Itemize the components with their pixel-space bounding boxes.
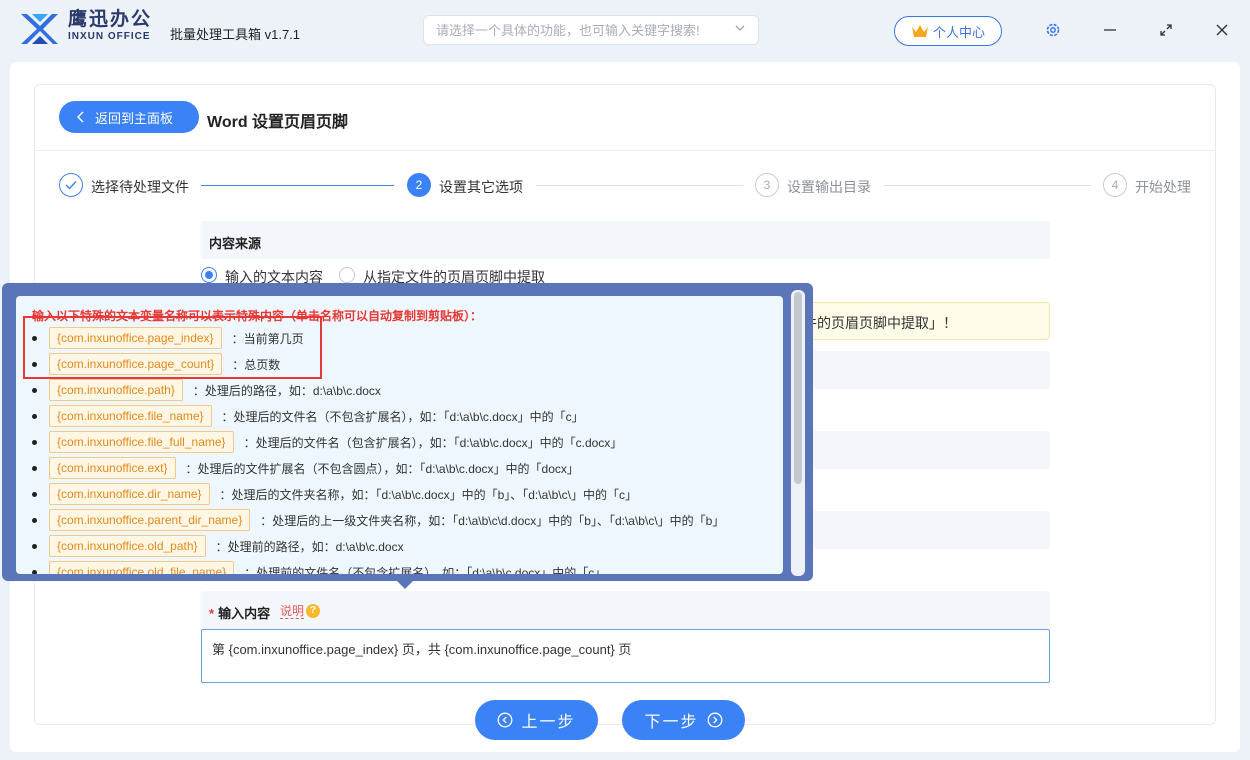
- bullet: [32, 569, 37, 574]
- step-3-label: 设置输出目录: [787, 179, 871, 195]
- variable-desc: ：处理后的上一级文件夹名称，如：「d:\a\b\c\d.docx」中的「b」、「…: [260, 513, 725, 528]
- step-4-circle: 4: [1103, 173, 1127, 197]
- notice-banner: 件的页眉页脚中提取」！: [788, 302, 1050, 340]
- bullet: [32, 439, 37, 445]
- next-step-label: 下一步: [644, 714, 699, 731]
- required-star: *: [209, 606, 215, 621]
- variable-desc: ：处理后的文件夹名称，如：「d:\a\b\c.docx」中的「b」、「d:\a\…: [219, 487, 637, 502]
- close-icon: [1216, 24, 1228, 36]
- list-item: {com.inxunoffice.parent_dir_name} ：处理后的上…: [16, 508, 724, 532]
- bullet: [32, 543, 37, 549]
- chevron-down-icon[interactable]: [734, 22, 746, 34]
- search-input[interactable]: [423, 15, 759, 45]
- brand: 鹰迅办公 INXUN OFFICE: [68, 9, 152, 43]
- variable-tag[interactable]: {com.inxunoffice.old_file_name}: [49, 561, 235, 574]
- variable-desc: ：处理前的路径，如：d:\a\b\c.docx: [215, 539, 404, 554]
- divider: [35, 150, 1215, 151]
- variable-tag[interactable]: {com.inxunoffice.old_path}: [49, 535, 206, 557]
- highlight-annotation: [23, 316, 322, 379]
- close-button[interactable]: [1212, 20, 1232, 40]
- variable-tag[interactable]: {com.inxunoffice.file_name}: [49, 405, 212, 427]
- list-item: {com.inxunoffice.file_full_name} ：处理后的文件…: [16, 430, 622, 454]
- user-center-label: 个人中心: [932, 24, 985, 40]
- circle-chevron-left-icon: [498, 712, 513, 728]
- back-label: 返回到主面板: [95, 110, 174, 126]
- question-icon[interactable]: ?: [306, 604, 320, 618]
- settings-button[interactable]: [1043, 20, 1063, 40]
- bullet: [32, 413, 37, 419]
- step-connector-1: [201, 185, 394, 186]
- page-title: Word 设置页眉页脚: [207, 114, 349, 131]
- content-textarea[interactable]: 第 {com.inxunoffice.page_index} 页，共 {com.…: [201, 629, 1050, 683]
- gear-icon: [1046, 23, 1060, 37]
- variable-tag[interactable]: {com.inxunoffice.file_full_name}: [49, 431, 234, 453]
- popup-scrollbar-thumb[interactable]: [794, 292, 802, 484]
- crown-icon: [911, 25, 928, 37]
- maximize-button[interactable]: [1156, 20, 1176, 40]
- variable-desc: ：处理前的文件名（不包含扩展名），如：「d:\a\b\c.docx」中的「c」: [244, 565, 607, 575]
- minimize-icon: [1104, 29, 1116, 31]
- radio-text-content[interactable]: [201, 267, 217, 283]
- variable-tag[interactable]: {com.inxunoffice.dir_name}: [49, 483, 210, 505]
- variable-desc: ：处理后的文件名（不包含扩展名），如：「d:\a\b\c.docx」中的「c」: [221, 409, 584, 424]
- variable-tag[interactable]: {com.inxunoffice.path}: [49, 379, 183, 401]
- input-content-label: * 输入内容: [209, 603, 270, 622]
- check-icon: [65, 181, 77, 190]
- title-bar: 鹰迅办公 INXUN OFFICE 批量处理工具箱 v1.7.1 个人中心: [0, 0, 1250, 62]
- content-source-title: 内容来源: [209, 236, 262, 251]
- input-content-header: [201, 591, 1050, 629]
- brand-subtitle: INXUN OFFICE: [68, 31, 151, 42]
- step-2-circle: 2: [407, 173, 431, 197]
- back-to-main-button[interactable]: 返回到主面板: [59, 101, 199, 133]
- prev-step-label: 上一步: [521, 714, 576, 731]
- variable-desc: ：处理后的路径，如：d:\a\b\c.docx: [192, 383, 381, 398]
- step-3-circle: 3: [755, 173, 779, 197]
- radio-extract-from-file[interactable]: [339, 267, 355, 283]
- chevron-left-icon: [77, 111, 84, 123]
- input-content-label-text: 输入内容: [218, 606, 271, 621]
- minimize-button[interactable]: [1100, 20, 1120, 40]
- content-source-header: [201, 221, 1050, 259]
- variable-tag[interactable]: {com.inxunoffice.parent_dir_name}: [49, 509, 251, 531]
- user-center-button[interactable]: 个人中心: [894, 16, 1002, 46]
- variable-desc: ：处理后的文件名（包含扩展名），如：「d:\a\b\c.docx」中的「c.do…: [243, 435, 623, 450]
- list-item: {com.inxunoffice.ext} ：处理后的文件扩展名（不包含圆点），…: [16, 456, 579, 480]
- bullet: [32, 491, 37, 497]
- help-link[interactable]: 说明: [280, 604, 305, 619]
- bullet: [32, 517, 37, 523]
- brand-name: 鹰迅办公: [68, 9, 153, 30]
- circle-chevron-right-icon: [707, 712, 722, 728]
- next-step-button[interactable]: 下一步: [622, 700, 745, 740]
- list-item: {com.inxunoffice.dir_name} ：处理后的文件夹名称，如：…: [16, 482, 637, 506]
- variable-tag[interactable]: {com.inxunoffice.ext}: [49, 457, 176, 479]
- step-4-label: 开始处理: [1135, 179, 1191, 195]
- step-1-label: 选择待处理文件: [91, 179, 189, 195]
- list-item: {com.inxunoffice.old_file_name} ：处理前的文件名…: [16, 560, 606, 574]
- bullet: [32, 465, 37, 471]
- step-connector-3: [884, 185, 1091, 186]
- list-item: {com.inxunoffice.file_name} ：处理后的文件名（不包含…: [16, 404, 584, 428]
- bullet: [32, 387, 37, 393]
- variable-desc: ：处理后的文件扩展名（不包含圆点），如：「d:\a\b\c.docx」中的「do…: [185, 461, 579, 476]
- step-connector-2: [536, 185, 743, 186]
- step-2-label: 设置其它选项: [439, 179, 523, 195]
- app-logo-icon: [21, 14, 58, 44]
- step-1-circle: [59, 173, 83, 197]
- list-item: {com.inxunoffice.old_path} ：处理前的路径，如：d:\…: [16, 534, 404, 558]
- prev-step-button[interactable]: 上一步: [475, 700, 598, 740]
- app-title: 批量处理工具箱 v1.7.1: [170, 27, 301, 42]
- list-item: {com.inxunoffice.path} ：处理后的路径，如：d:\a\b\…: [16, 378, 381, 402]
- expand-icon: [1160, 24, 1172, 36]
- popup-pointer: [396, 580, 414, 589]
